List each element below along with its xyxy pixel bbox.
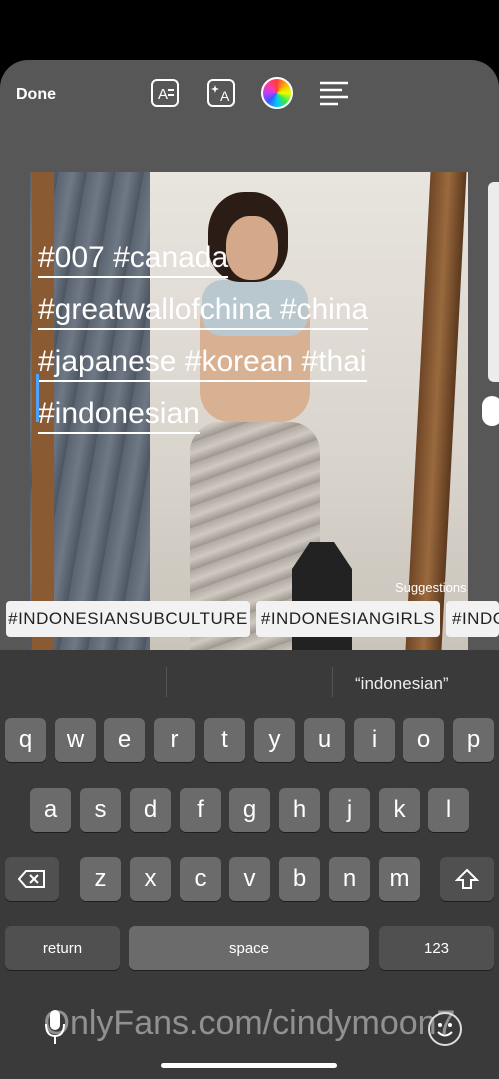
key-o[interactable]: o <box>403 718 444 762</box>
key-h[interactable]: h <box>279 788 320 832</box>
backspace-icon <box>18 870 45 888</box>
prediction-suggestion[interactable]: “indonesian” <box>355 674 449 694</box>
key-b[interactable]: b <box>279 857 320 901</box>
key-x[interactable]: x <box>130 857 171 901</box>
text-size-slider-knob[interactable] <box>482 396 499 426</box>
key-w[interactable]: w <box>55 718 96 762</box>
svg-text:A: A <box>158 86 168 103</box>
watermark-text: OnlyFans.com/cindymoon7 <box>43 1004 456 1042</box>
key-m[interactable]: m <box>379 857 420 901</box>
hashtag-line: #greatwallofchina #china <box>38 293 369 330</box>
key-t[interactable]: t <box>204 718 245 762</box>
text-background-button[interactable]: A <box>149 77 181 109</box>
key-z[interactable]: z <box>80 857 121 901</box>
prediction-divider <box>332 667 333 697</box>
suggestion-chip[interactable]: #INDONESIANGIRLS <box>256 601 440 637</box>
key-f[interactable]: f <box>180 788 221 832</box>
svg-text:A: A <box>220 88 230 104</box>
text-size-slider[interactable] <box>488 182 499 382</box>
space-key-label: space <box>228 939 270 957</box>
key-u[interactable]: u <box>304 718 345 762</box>
numbers-key-label: 123 <box>423 939 450 957</box>
shift-arrow-icon <box>455 868 479 889</box>
delete-key[interactable] <box>5 857 59 901</box>
space-key[interactable]: space <box>129 926 369 970</box>
key-j[interactable]: j <box>329 788 370 832</box>
text-caret <box>36 374 39 422</box>
suggestion-chip[interactable]: #INDONESIANSUBCULTURE <box>6 601 250 637</box>
home-indicator[interactable] <box>161 1063 337 1068</box>
numbers-key[interactable]: 123 <box>379 926 494 970</box>
key-c[interactable]: c <box>180 857 221 901</box>
sparkle-text-icon: A <box>207 79 235 107</box>
hashtag-line: #japanese #korean #thai <box>38 345 367 382</box>
microphone-icon[interactable] <box>42 1008 68 1048</box>
key-n[interactable]: n <box>329 857 370 901</box>
key-l[interactable]: l <box>428 788 469 832</box>
key-e[interactable]: e <box>104 718 145 762</box>
shift-key[interactable] <box>440 857 494 901</box>
key-v[interactable]: v <box>229 857 270 901</box>
text-align-button[interactable] <box>318 77 350 109</box>
key-k[interactable]: k <box>379 788 420 832</box>
hashtag-line: #007 #canada <box>38 241 229 278</box>
text-effects-button[interactable]: A <box>205 77 237 109</box>
key-r[interactable]: r <box>154 718 195 762</box>
prediction-divider <box>166 667 167 697</box>
align-left-icon <box>320 81 348 106</box>
emoji-icon <box>437 1023 453 1037</box>
return-key-label: return <box>42 939 83 957</box>
key-a[interactable]: a <box>30 788 71 832</box>
text-background-icon: A <box>151 79 179 107</box>
return-key[interactable]: return <box>5 926 120 970</box>
hashtag-text[interactable]: #007 #canada #greatwallofchina #china #j… <box>38 232 398 440</box>
suggestions-label: Suggestions <box>395 580 467 595</box>
key-s[interactable]: s <box>80 788 121 832</box>
emoji-button[interactable] <box>428 1012 462 1046</box>
key-p[interactable]: p <box>453 718 494 762</box>
suggestion-chip[interactable]: #INDONESIAN <box>446 601 499 637</box>
done-button[interactable]: Done <box>16 86 56 104</box>
hashtag-line: #indonesian <box>38 397 200 434</box>
color-picker-button[interactable] <box>261 77 293 109</box>
key-d[interactable]: d <box>130 788 171 832</box>
key-i[interactable]: i <box>354 718 395 762</box>
key-y[interactable]: y <box>254 718 295 762</box>
key-q[interactable]: q <box>5 718 46 762</box>
key-g[interactable]: g <box>229 788 270 832</box>
